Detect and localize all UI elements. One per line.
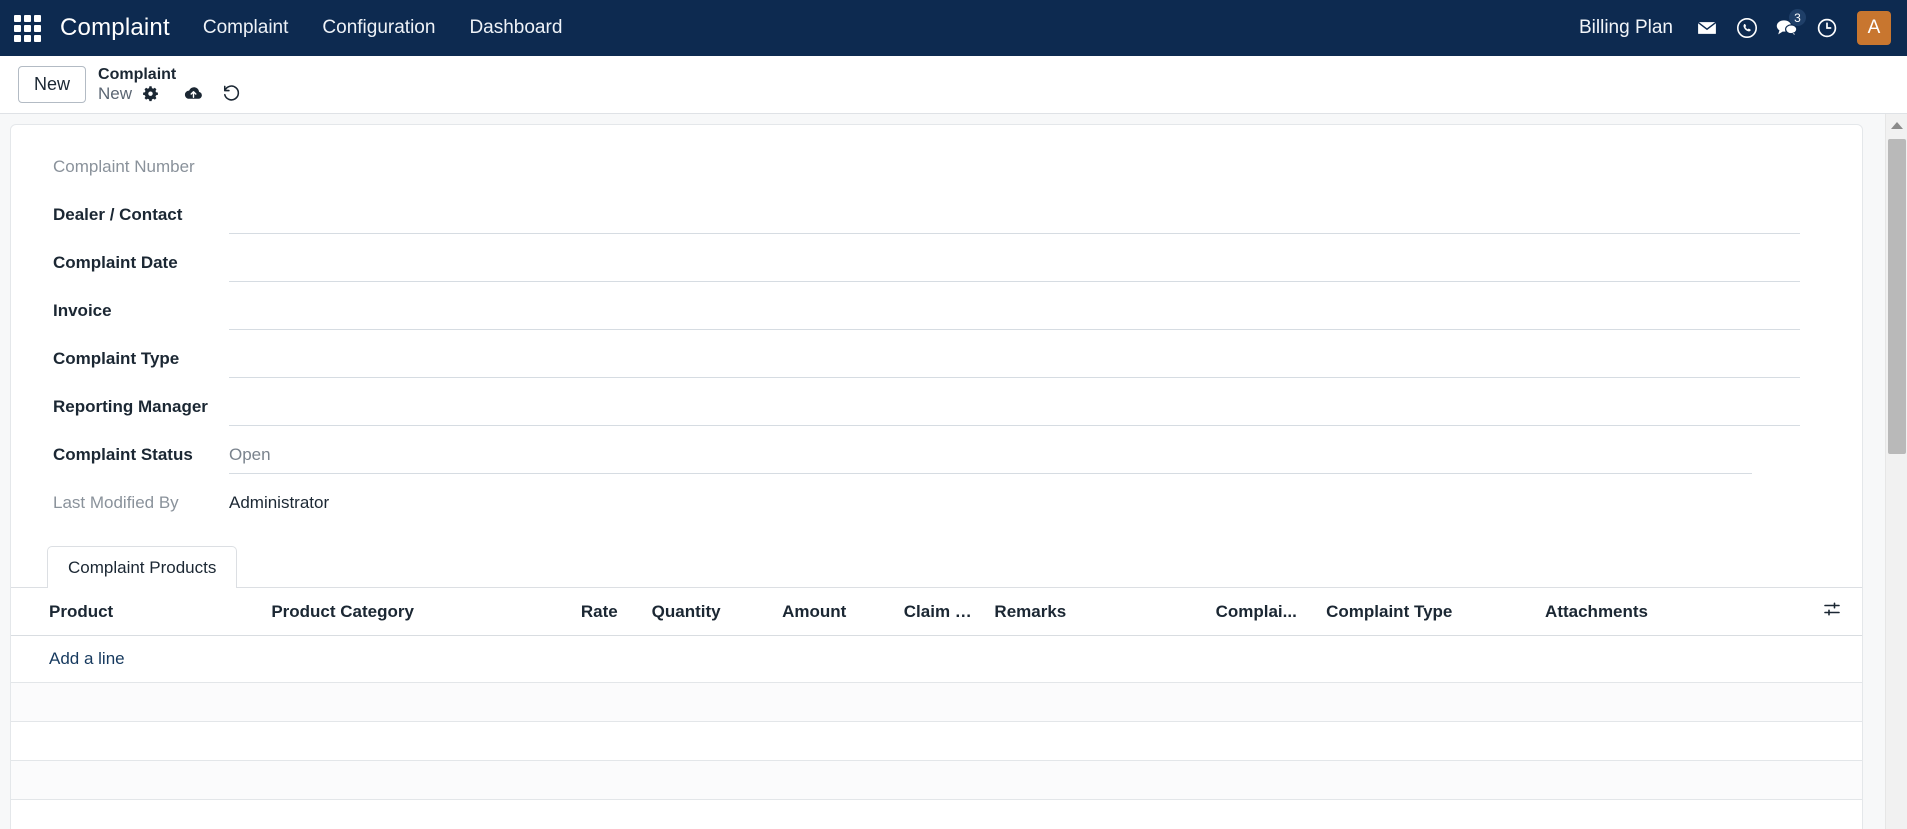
complaint-products-table: Product Product Category Rate Quantity A… <box>11 588 1862 829</box>
scroll-up-arrow-icon[interactable] <box>1886 114 1907 136</box>
field-input-complaint-status[interactable]: Open <box>229 434 1752 475</box>
column-header-amount[interactable]: Amount <box>776 588 898 636</box>
field-label-last-modified-by: Last Modified By <box>53 493 179 512</box>
menu-item-dashboard[interactable]: Dashboard <box>452 0 579 56</box>
column-header-attachments[interactable]: Attachments <box>1539 588 1805 636</box>
discard-undo-icon[interactable] <box>222 84 241 103</box>
field-complaint-date: Complaint Date <box>11 242 1862 290</box>
tab-complaint-products[interactable]: Complaint Products <box>47 546 238 588</box>
vertical-scrollbar[interactable] <box>1885 114 1907 829</box>
field-label-invoice: Invoice <box>53 301 112 320</box>
table-body: Add a line <box>11 635 1862 829</box>
column-header-product[interactable]: Product <box>11 588 266 636</box>
field-complaint-status: Complaint Status Open <box>11 434 1862 482</box>
navbar-systray: Billing Plan 3 A <box>1565 0 1891 56</box>
field-label-complaint-date: Complaint Date <box>53 253 178 272</box>
record-sheet: Complaint Number Dealer / Contact Compla… <box>10 124 1863 829</box>
app-brand-title[interactable]: Complaint <box>54 14 186 42</box>
activity-clock-icon[interactable] <box>1807 0 1847 56</box>
menu-item-configuration[interactable]: Configuration <box>305 0 452 56</box>
field-last-modified-by: Last Modified By Administrator <box>11 482 1862 530</box>
field-value-complaint-status: Open <box>229 445 271 464</box>
whatsapp-icon[interactable] <box>1727 0 1767 56</box>
field-input-dealer-contact[interactable] <box>229 194 1800 234</box>
scrollbar-thumb[interactable] <box>1888 139 1906 454</box>
field-complaint-number: Complaint Number <box>11 146 1862 194</box>
field-invoice: Invoice <box>11 290 1862 338</box>
field-input-invoice[interactable] <box>229 290 1800 330</box>
breadcrumb: Complaint New <box>98 66 241 104</box>
column-options-sliders-icon[interactable] <box>1804 588 1862 636</box>
breadcrumb-current-record: New <box>98 83 133 103</box>
messages-badge: 3 <box>1789 9 1806 26</box>
column-header-rate[interactable]: Rate <box>574 588 646 636</box>
empty-row <box>11 721 1862 761</box>
field-label-complaint-status: Complaint Status <box>53 445 193 464</box>
column-header-remarks[interactable]: Remarks <box>988 588 1210 636</box>
menu-item-complaint[interactable]: Complaint <box>186 0 306 56</box>
column-header-quantity[interactable]: Quantity <box>645 588 777 636</box>
field-input-complaint-number <box>229 146 1782 186</box>
empty-row <box>11 799 1862 829</box>
field-complaint-type: Complaint Type <box>11 338 1862 386</box>
column-header-complaint-type[interactable]: Complaint Type <box>1320 588 1540 636</box>
form-view-area: Complaint Number Dealer / Contact Compla… <box>0 114 1907 829</box>
add-a-line-link[interactable]: Add a line <box>49 649 125 669</box>
apps-grid-icon[interactable] <box>10 11 44 45</box>
field-value-wrap-last-modified-by: Administrator <box>229 482 1782 522</box>
field-label-reporting-manager: Reporting Manager <box>53 397 208 416</box>
column-header-product-category[interactable]: Product Category <box>265 588 575 636</box>
breadcrumb-root[interactable]: Complaint <box>98 66 241 84</box>
field-reporting-manager: Reporting Manager <box>11 386 1862 434</box>
messages-icon[interactable]: 3 <box>1767 0 1807 56</box>
field-label-complaint-type: Complaint Type <box>53 349 180 368</box>
new-record-button[interactable]: New <box>18 66 87 103</box>
field-dealer-contact: Dealer / Contact <box>11 194 1862 242</box>
empty-cell <box>11 721 1862 761</box>
field-value-last-modified-by: Administrator <box>229 493 330 512</box>
notebook: Complaint Products Product Product Categ… <box>11 546 1862 829</box>
field-input-complaint-date[interactable] <box>229 242 1800 282</box>
empty-row <box>11 760 1862 800</box>
field-label-complaint-number: Complaint Number <box>53 157 195 176</box>
sheet-scroll-container: Complaint Number Dealer / Contact Compla… <box>0 114 1885 829</box>
main-menu: Complaint Configuration Dashboard <box>186 0 580 56</box>
notebook-tabs: Complaint Products <box>11 546 1862 588</box>
empty-cell <box>11 799 1862 829</box>
column-header-complaint-truncated[interactable]: Complai... <box>1209 588 1321 636</box>
add-a-line-row[interactable]: Add a line <box>11 635 1862 683</box>
empty-row <box>11 682 1862 722</box>
form-field-group: Complaint Number Dealer / Contact Compla… <box>11 141 1862 530</box>
mail-icon[interactable] <box>1687 0 1727 56</box>
field-label-dealer-contact: Dealer / Contact <box>53 205 183 224</box>
field-input-complaint-type[interactable] <box>229 338 1800 378</box>
column-header-claim-qty[interactable]: Claim Qty <box>897 588 989 636</box>
field-input-reporting-manager[interactable] <box>229 386 1800 426</box>
table-header-row: Product Product Category Rate Quantity A… <box>11 588 1862 636</box>
cloud-upload-save-icon[interactable] <box>183 85 204 102</box>
billing-plan-link[interactable]: Billing Plan <box>1565 17 1687 39</box>
empty-cell <box>11 760 1862 800</box>
gear-icon[interactable] <box>142 85 159 102</box>
top-navbar: Complaint Complaint Configuration Dashbo… <box>0 0 1907 56</box>
empty-cell <box>11 682 1862 722</box>
add-a-line-cell: Add a line <box>11 635 1862 683</box>
user-avatar[interactable]: A <box>1857 11 1891 45</box>
control-panel: New Complaint New <box>0 56 1907 114</box>
